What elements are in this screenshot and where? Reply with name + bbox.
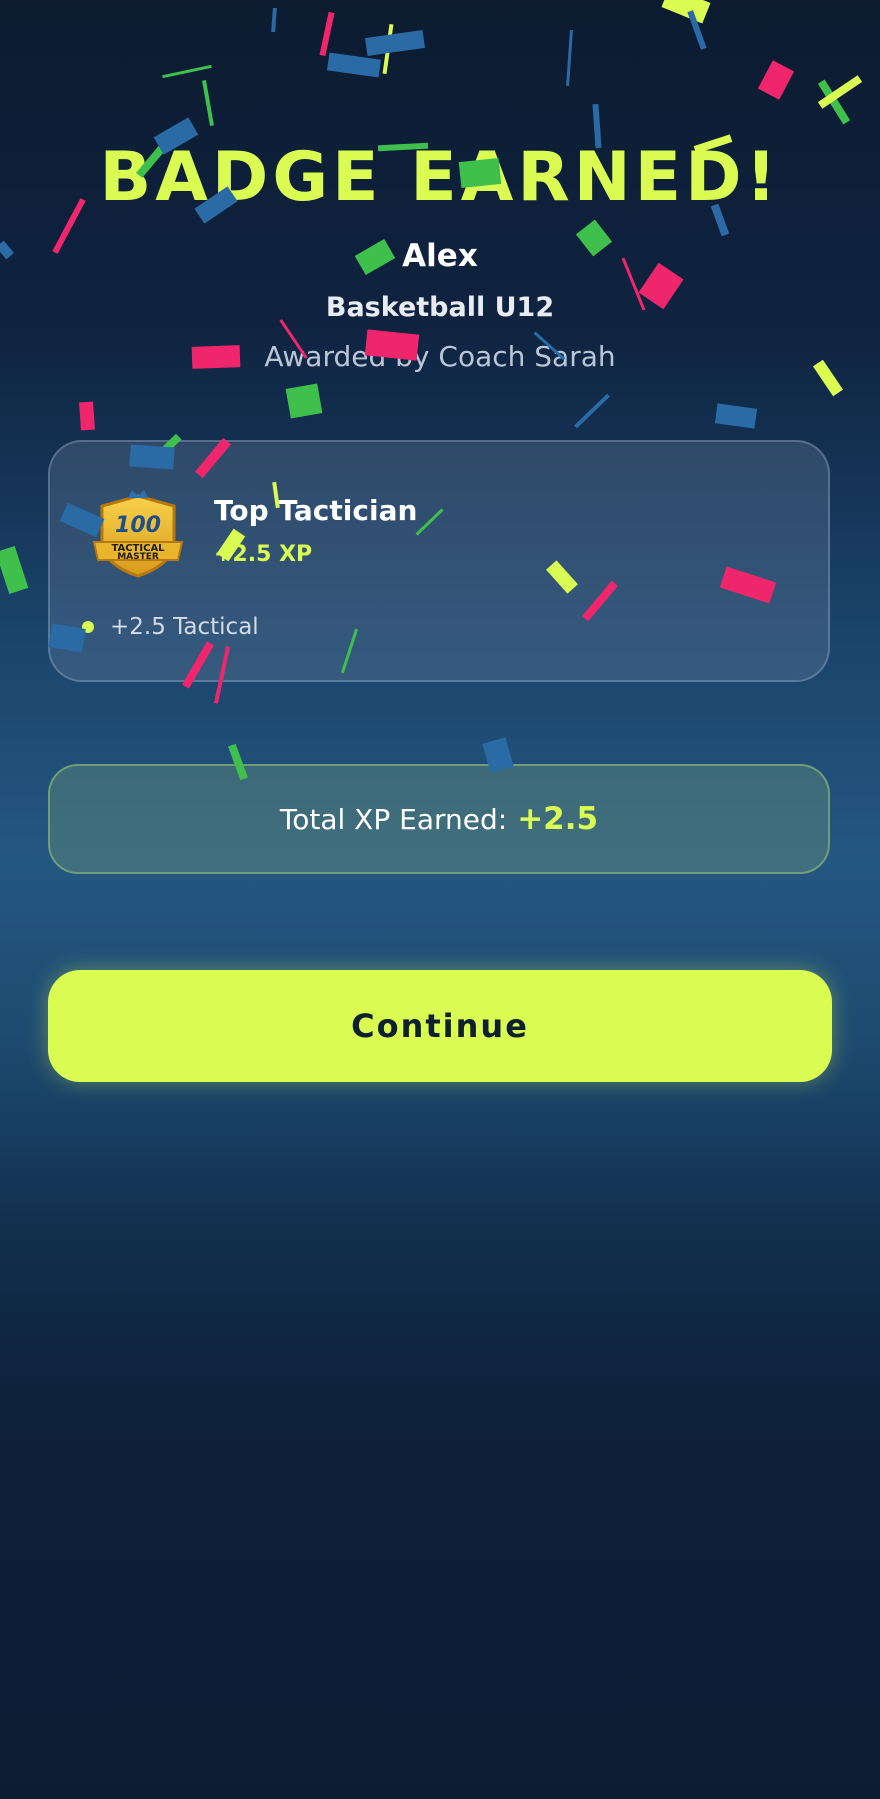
badge-stat-row: +2.5 Tactical	[82, 612, 259, 642]
confetti-piece	[0, 545, 29, 595]
confetti-piece	[79, 401, 95, 431]
badge-name: Top Tactician	[214, 494, 418, 527]
badge-earned-screen: BADGE EARNED! Alex Basketball U12 Awarde…	[0, 0, 880, 1799]
total-xp-label: Total XP Earned:	[279, 802, 508, 836]
confetti-piece	[566, 29, 573, 87]
badge-xp: +2.5 XP	[214, 542, 313, 567]
total-xp-value: +2.5	[517, 801, 599, 837]
confetti-piece	[162, 64, 212, 79]
badge-card: 100 TACTICAL MASTER Top Tactician +2.5 X…	[48, 440, 830, 682]
continue-button[interactable]: Continue	[48, 970, 832, 1082]
confetti-piece	[285, 383, 323, 419]
tactical-master-badge-icon: 100 TACTICAL MASTER	[92, 490, 184, 578]
confetti-piece	[271, 7, 277, 33]
confetti-piece	[757, 60, 795, 100]
confetti-piece	[365, 30, 425, 56]
badge-emblem-line2: MASTER	[117, 552, 159, 562]
page-title: BADGE EARNED!	[99, 138, 781, 217]
total-xp-box: Total XP Earned: +2.5	[48, 764, 830, 874]
badge-stat-label: +2.5 Tactical	[110, 614, 259, 640]
awarded-by-text: Awarded by Coach Sarah	[264, 340, 616, 373]
confetti-piece	[687, 10, 707, 50]
bullet-dot-icon	[82, 621, 94, 633]
confetti-piece	[574, 393, 610, 429]
confetti-piece	[817, 79, 851, 125]
confetti-piece	[319, 11, 335, 57]
confetti-piece	[661, 0, 711, 24]
athlete-name: Alex	[402, 238, 478, 274]
team-name: Basketball U12	[325, 292, 555, 323]
confetti-piece	[382, 23, 394, 75]
confetti-piece	[327, 52, 381, 78]
confetti-piece	[202, 80, 214, 126]
confetti-piece	[817, 75, 863, 109]
continue-button-label: Continue	[351, 1007, 529, 1045]
badge-emblem-number: 100	[115, 513, 161, 538]
confetti-piece	[714, 403, 758, 429]
